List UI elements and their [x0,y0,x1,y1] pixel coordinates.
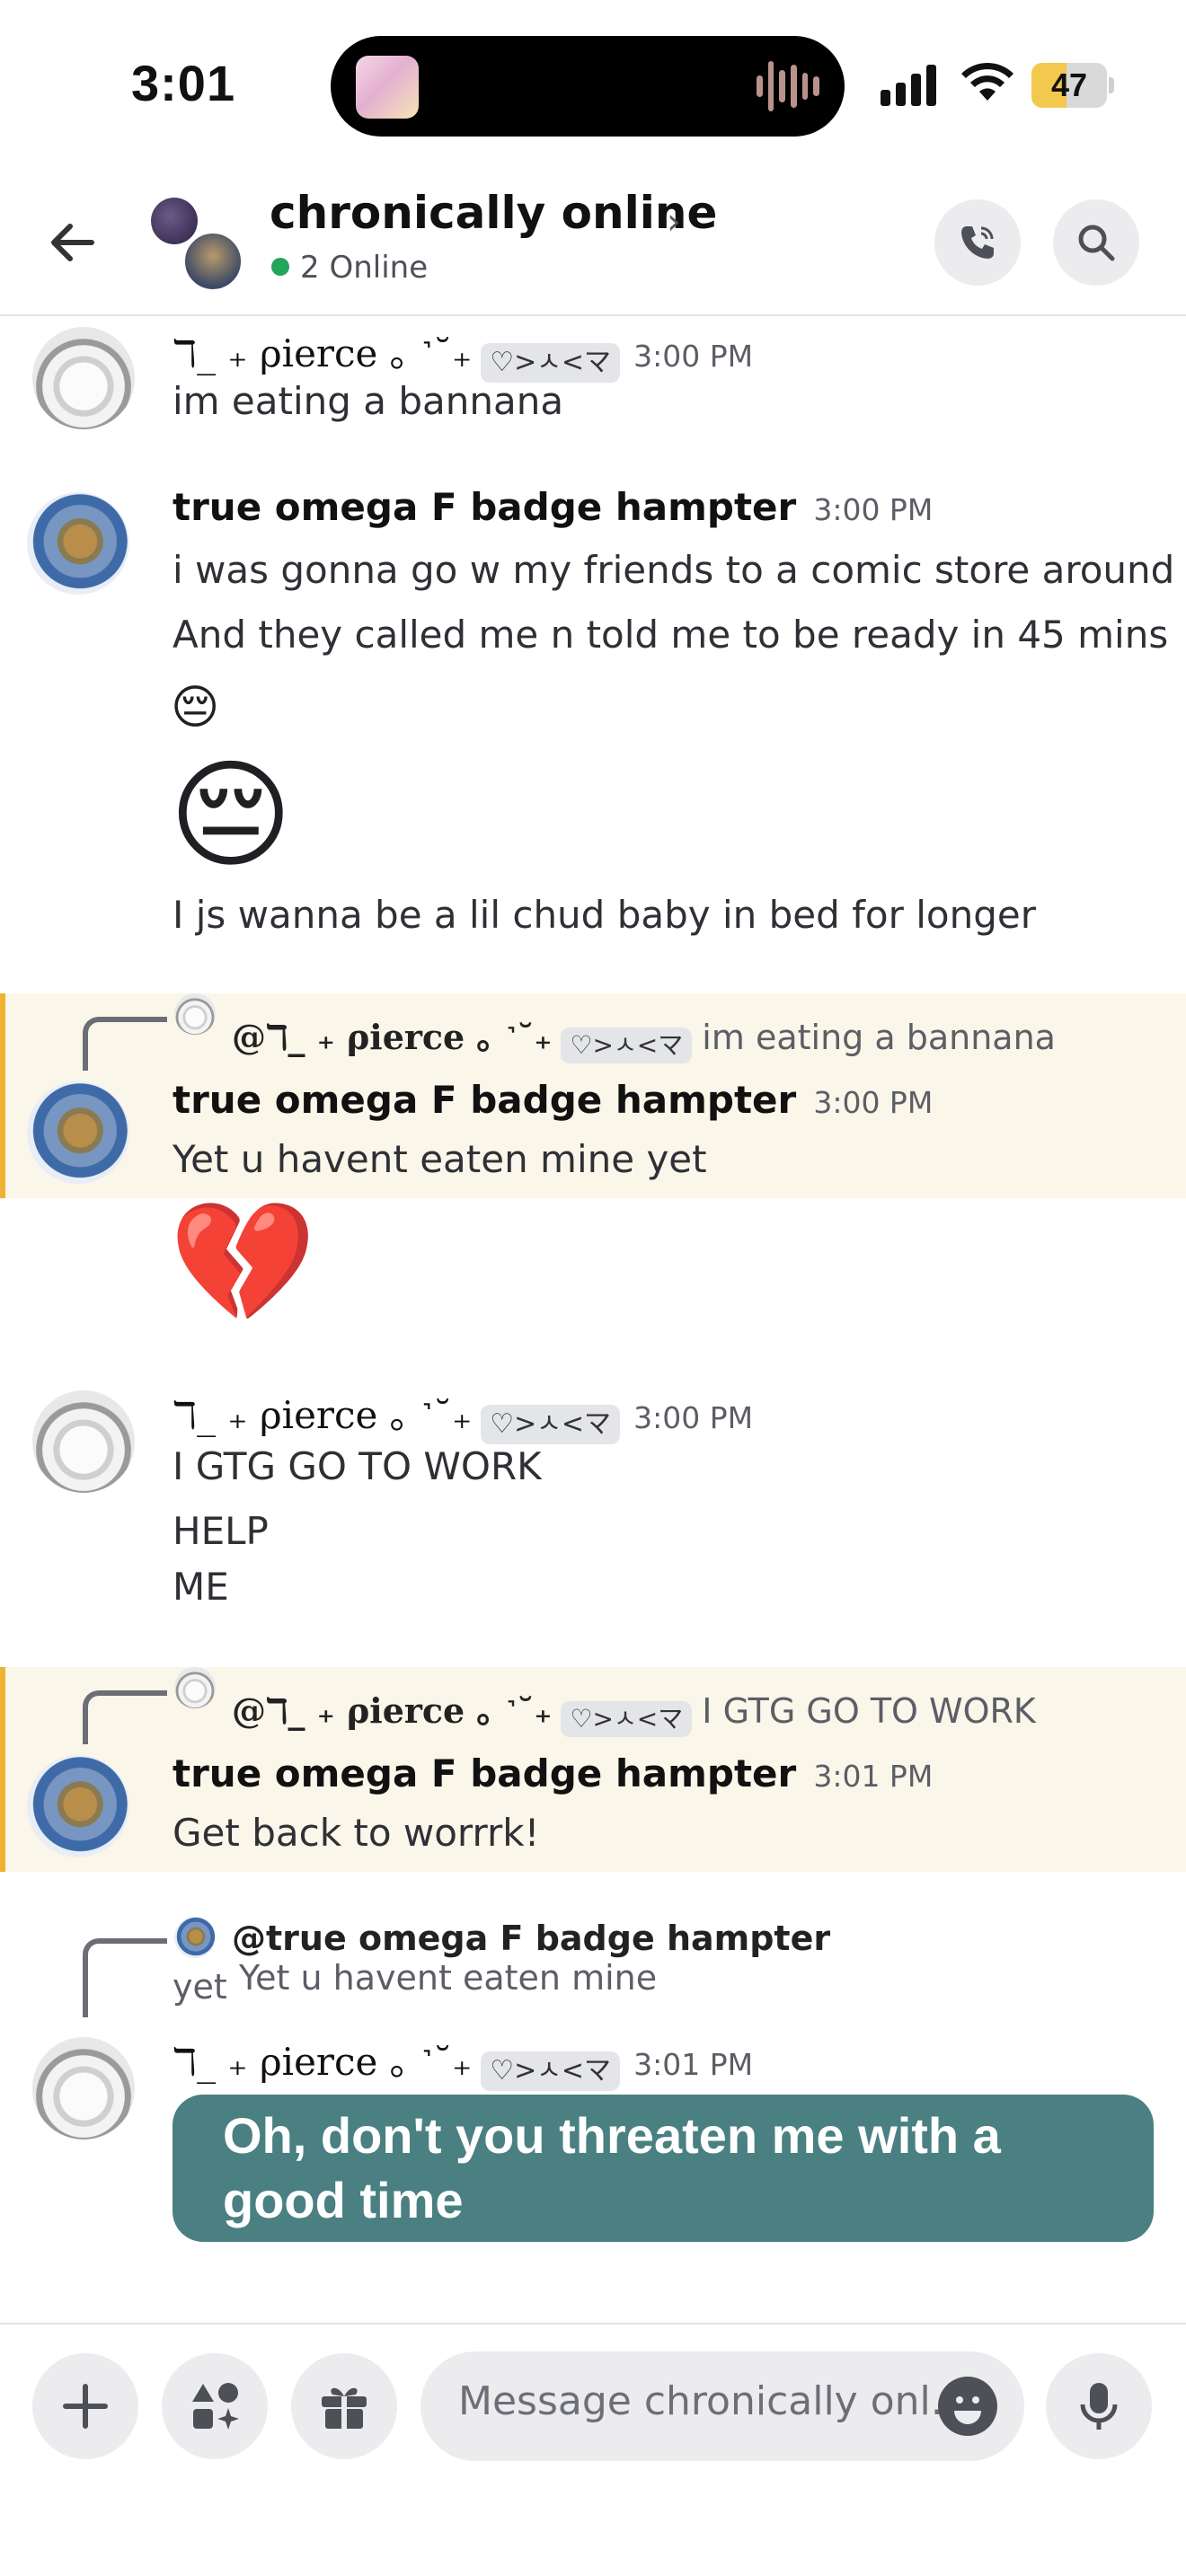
status-time: 3:01 [131,55,236,111]
group-avatar-back [151,198,198,244]
reply-avatar [174,993,216,1035]
search-icon [1078,225,1115,261]
message-text: Get back to worrrk! [173,1811,540,1855]
reply-user-tag: ♡>ㅅ<マ [561,1700,693,1737]
reply-text: I GTG GO TO WORK [702,1691,1036,1731]
username[interactable]: ℸ_ ₊ ρierce ｡ ˺˘₊ [173,1393,472,1437]
voice-message-button[interactable] [1046,2353,1152,2459]
message-text: ME [173,1565,229,1609]
apps-shapes-icon [192,2383,239,2430]
timestamp: 3:00 PM [813,1085,934,1120]
reply-avatar [174,1667,216,1708]
timestamp: 3:01 PM [813,1759,934,1794]
gift-button[interactable] [291,2353,397,2459]
emoji-pensive-small: 😔 [171,681,220,735]
timestamp: 3:00 PM [633,1400,754,1435]
microphone-icon [1080,2383,1118,2430]
reply-text-wrap: yet [173,1967,227,2007]
avatar[interactable] [27,492,129,595]
bubble-text: Oh, don't you threaten me with a good ti… [223,2107,1001,2228]
audio-waveform-icon [757,59,820,113]
message-input-placeholder: Message chronically onl... [458,2378,969,2424]
avatar[interactable] [27,1081,129,1184]
smiley-icon [954,2396,981,2424]
username[interactable]: ℸ_ ₊ ρierce ｡ ˺˘₊ [173,331,472,375]
header-divider [0,314,1186,316]
plus-icon [63,2384,108,2429]
reply-connector [83,1017,167,1071]
group-avatar-front [181,230,244,293]
avatar[interactable] [32,1390,135,1493]
chevron-right-icon[interactable]: › [667,201,681,243]
reply-author: @ℸ_ ₊ ρierce ｡ ˺˘₊ [232,1690,553,1731]
battery-indicator: 47 [1031,63,1114,108]
user-tag-badge: ♡>ㅅ<マ [481,1404,621,1444]
message-text: im eating a bannana [173,379,564,423]
message-text: And they called me n told me to be ready… [173,613,1169,657]
message-header: ℸ_ ₊ ρierce ｡ ˺˘₊ ♡>ㅅ<マ 3:01 PM [173,2032,753,2091]
reply-author: @true omega F badge hampter [232,1919,831,1958]
avatar[interactable] [27,1755,129,1857]
user-tag-badge: ♡>ㅅ<マ [481,2051,621,2091]
mention-highlight-bar [0,1667,5,1872]
message-header: true omega F badge hampter 3:00 PM [173,485,933,529]
reply-preview[interactable]: @ℸ_ ₊ ρierce ｡ ˺˘₊ ♡>ㅅ<マ im eating a bann… [232,1010,1056,1063]
reply-text: Yet u havent eaten mine [239,1958,658,1998]
reply-text: im eating a bannana [702,1018,1056,1057]
message-text: i was gonna go w my friends to a comic s… [173,548,1186,592]
apps-button[interactable] [162,2353,268,2459]
phone-icon [961,226,994,259]
timestamp: 3:01 PM [633,2047,754,2082]
username[interactable]: true omega F badge hampter [173,485,796,529]
composer-divider [0,2323,1186,2325]
emoji-pensive-large: 😔 [169,746,293,885]
timestamp: 3:00 PM [813,492,934,527]
avatar[interactable] [32,327,135,429]
message-text: Yet u havent eaten mine yet [173,1137,707,1181]
now-playing-artwork[interactable] [356,56,419,119]
battery-percent: 47 [1050,66,1088,103]
message-header: true omega F badge hampter 3:01 PM [173,1751,933,1795]
online-count: 2 Online [300,250,429,286]
search-button[interactable] [1053,199,1139,286]
emoji-broken-heart: 💔 [169,1194,317,1332]
voice-call-button[interactable] [934,199,1021,286]
reply-connector [83,1938,167,2017]
message-text: I GTG GO TO WORK [173,1444,542,1488]
gift-icon [322,2387,367,2429]
reply-user-tag: ♡>ㅅ<マ [561,1027,693,1063]
add-attachment-button[interactable] [32,2353,138,2459]
message-header: true omega F badge hampter 3:00 PM [173,1078,933,1122]
message-text: HELP [173,1509,269,1553]
avatar[interactable] [32,2037,135,2139]
message-header: ℸ_ ₊ ρierce ｡ ˺˘₊ ♡>ㅅ<マ 3:00 PM [173,1385,753,1444]
username[interactable]: ℸ_ ₊ ρierce ｡ ˺˘₊ [173,2040,472,2084]
message-header: ℸ_ ₊ ρierce ｡ ˺˘₊ ♡>ㅅ<マ 3:00 PM [173,323,753,383]
emoji-picker-button[interactable] [938,2377,997,2436]
message-text: I js wanna be a lil chud baby in bed for… [173,893,1036,937]
cellular-signal-icon [881,63,936,106]
mention-highlight-bar [0,993,5,1198]
username[interactable]: true omega F badge hampter [173,1751,796,1795]
back-arrow-icon[interactable] [47,216,101,269]
reply-preview[interactable]: @ℸ_ ₊ ρierce ｡ ˺˘₊ ♡>ㅅ<マ I GTG GO TO WORK [232,1683,1036,1737]
wifi-icon [961,62,1013,101]
username[interactable]: true omega F badge hampter [173,1078,796,1122]
reply-author: @ℸ_ ₊ ρierce ｡ ˺˘₊ [232,1017,553,1057]
reply-preview[interactable]: @true omega F badge hampter Yet u havent… [232,1919,1186,1998]
reply-avatar [174,1917,216,1958]
timestamp: 3:00 PM [633,339,754,374]
reply-connector [83,1690,167,1744]
channel-title[interactable]: chronically online [270,187,717,239]
online-status-dot [271,258,289,276]
